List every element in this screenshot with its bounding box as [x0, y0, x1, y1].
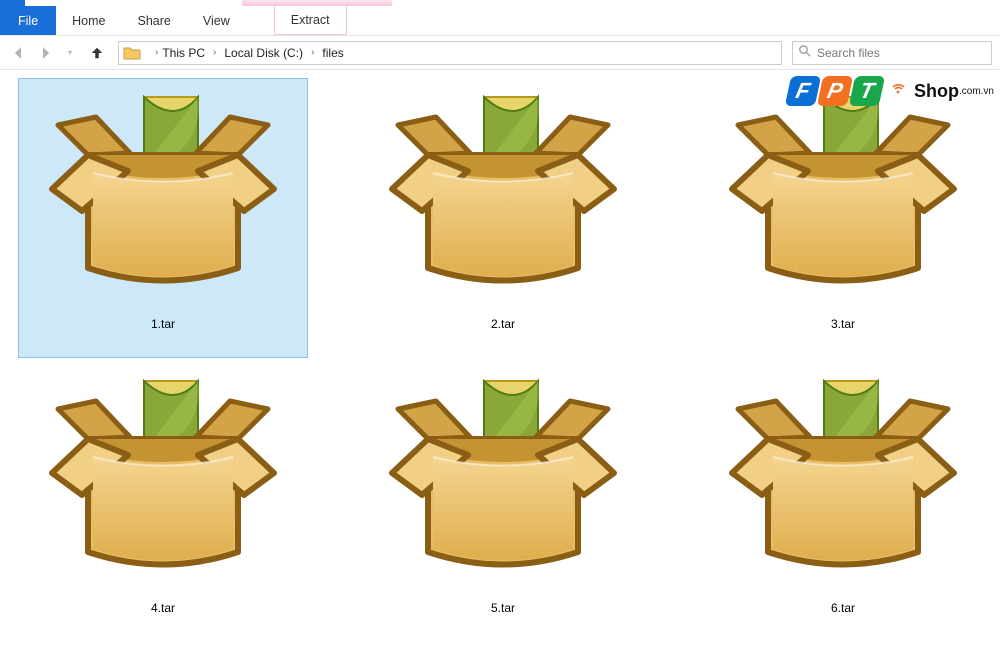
search-icon: [799, 45, 811, 60]
nav-row: ▾ › This PC › Local Disk (C:) › files Se…: [0, 36, 1000, 70]
file-label: 3.tar: [831, 317, 855, 331]
crumb-label: Local Disk (C:): [224, 46, 303, 60]
tab-home[interactable]: Home: [56, 6, 121, 35]
chevron-down-icon: ▾: [68, 48, 72, 57]
file-label: 2.tar: [491, 317, 515, 331]
forward-button[interactable]: [34, 42, 56, 64]
arrow-right-icon: [37, 45, 53, 61]
chevron-right-icon: ›: [213, 47, 216, 58]
archive-box-icon: [728, 93, 958, 303]
chevron-right-icon: ›: [311, 47, 314, 58]
back-button[interactable]: [8, 42, 30, 64]
search-placeholder: Search files: [817, 46, 880, 60]
crumb-drive[interactable]: Local Disk (C:) ›: [220, 42, 318, 64]
file-icon-wrap: [718, 367, 968, 597]
arrow-left-icon: [11, 45, 27, 61]
archive-box-icon: [728, 377, 958, 587]
tab-share[interactable]: Share: [122, 6, 187, 35]
file-label: 4.tar: [151, 601, 175, 615]
file-item[interactable]: 1.tar: [18, 78, 308, 358]
crumb-this-pc[interactable]: › This PC ›: [147, 42, 220, 64]
file-item[interactable]: 4.tar: [18, 362, 308, 642]
crumb-label: This PC: [162, 46, 205, 60]
file-item[interactable]: 5.tar: [358, 362, 648, 642]
file-item[interactable]: 2.tar: [358, 78, 648, 358]
tab-file[interactable]: File: [0, 6, 56, 35]
file-icon-wrap: [378, 83, 628, 313]
arrow-up-icon: [90, 46, 104, 60]
tab-view[interactable]: View: [187, 6, 246, 35]
file-icon-wrap: [38, 367, 288, 597]
recent-locations-button[interactable]: ▾: [60, 42, 82, 64]
file-item[interactable]: 6.tar: [698, 362, 988, 642]
ribbon: File Home Share View Extract: [0, 6, 1000, 36]
crumb-folder[interactable]: files: [318, 42, 347, 64]
file-grid: 1.tar 2.tar: [0, 70, 1000, 662]
search-input[interactable]: Search files: [792, 41, 992, 65]
chevron-right-icon: ›: [155, 47, 158, 58]
folder-icon: [123, 45, 141, 61]
archive-box-icon: [48, 377, 278, 587]
crumb-label: files: [322, 46, 343, 60]
address-bar[interactable]: › This PC › Local Disk (C:) › files: [118, 41, 782, 65]
file-icon-wrap: [718, 83, 968, 313]
file-icon-wrap: [38, 83, 288, 313]
file-label: 5.tar: [491, 601, 515, 615]
archive-box-icon: [388, 93, 618, 303]
archive-box-icon: [48, 93, 278, 303]
file-icon-wrap: [378, 367, 628, 597]
tab-extract[interactable]: Extract: [274, 6, 347, 35]
file-label: 1.tar: [151, 317, 175, 331]
file-label: 6.tar: [831, 601, 855, 615]
file-item[interactable]: 3.tar: [698, 78, 988, 358]
archive-box-icon: [388, 377, 618, 587]
up-button[interactable]: [86, 42, 108, 64]
